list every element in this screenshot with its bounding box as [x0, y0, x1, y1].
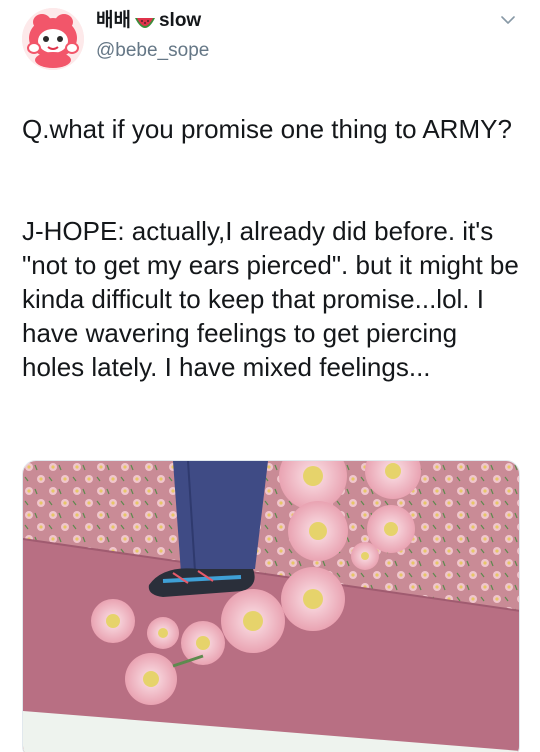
user-handle[interactable]: @bebe_sope	[96, 40, 209, 62]
watermelon-icon	[134, 14, 156, 28]
tweet-photo[interactable]	[22, 460, 520, 752]
tweet: 배배 slow @bebe_sope Q.what if you promise…	[0, 0, 540, 752]
display-name[interactable]: 배배 slow	[96, 10, 209, 32]
user-names: 배배 slow @bebe_sope	[96, 10, 209, 62]
display-name-text: 배배	[96, 10, 131, 31]
tweet-header: 배배 slow @bebe_sope	[22, 6, 522, 70]
tweet-text: Q.what if you promise one thing to ARMY?…	[22, 78, 522, 418]
chevron-down-icon[interactable]	[498, 10, 518, 30]
tweet-question: Q.what if you promise one thing to ARMY?	[22, 114, 512, 144]
avatar[interactable]	[22, 8, 84, 70]
tweet-answer: J-HOPE: actually,I already did before. i…	[22, 216, 519, 382]
display-name-suffix: slow	[158, 10, 202, 31]
